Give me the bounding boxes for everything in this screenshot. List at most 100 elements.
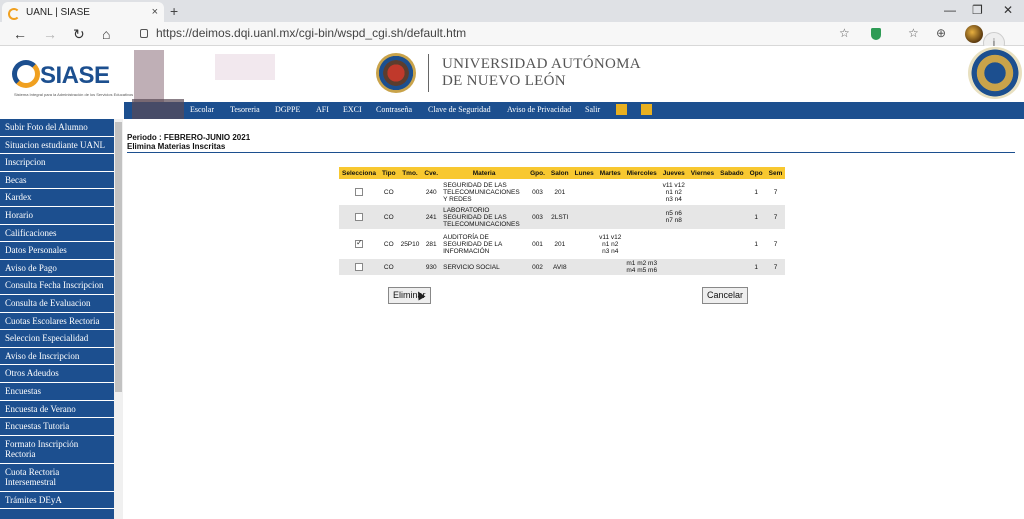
col-jueves: Jueves — [659, 167, 688, 179]
sidebar-item-cuota-intersemestral[interactable]: Cuota Rectoria Intersemestral — [0, 464, 114, 492]
scrollbar-thumb[interactable] — [115, 122, 122, 392]
col-sabado: Sabado — [717, 167, 747, 179]
sidebar-item-otros-adeudos[interactable]: Otros Adeudos — [0, 365, 114, 383]
sidebar-item-subir-foto[interactable]: Subir Foto del Alumno — [0, 119, 114, 137]
sidebar-item-situacion[interactable]: Situacion estudiante UANL — [0, 137, 114, 155]
nav-afi[interactable]: AFI — [316, 105, 329, 114]
favorite-star-icon[interactable]: ☆ — [839, 26, 850, 40]
header-divider — [428, 54, 429, 92]
tab-close-icon[interactable]: × — [152, 6, 158, 18]
cell-martes — [596, 179, 624, 205]
cancelar-button[interactable]: Cancelar — [702, 287, 749, 304]
sidebar-item-encuestas-tutoria[interactable]: Encuestas Tutoria — [0, 418, 114, 436]
tab-title: UANL | SIASE — [26, 6, 90, 18]
col-martes: Martes — [596, 167, 624, 179]
cell-jueves — [659, 259, 688, 275]
cell-lunes — [571, 205, 597, 229]
main-content: Periodo : FEBRERO-JUNIO 2021 Elimina Mat… — [124, 119, 1024, 519]
sidebar-item-cuotas-escolares[interactable]: Cuotas Escolares Rectoria — [0, 313, 114, 331]
nav-dgppe[interactable]: DGPPE — [275, 105, 300, 114]
sidebar-item-horario[interactable]: Horario — [0, 207, 114, 225]
cell-opo: 1 — [746, 205, 766, 229]
sidebar-item-kardex[interactable]: Kardex — [0, 189, 114, 207]
refresh-icon[interactable]: ↻ — [73, 25, 85, 43]
extension-shield-icon[interactable] — [871, 28, 881, 40]
sidebar-item-datos-personales[interactable]: Datos Personales — [0, 242, 114, 260]
sidebar-item-calificaciones[interactable]: Calificaciones — [0, 225, 114, 243]
close-window-icon[interactable]: ✕ — [1003, 3, 1013, 17]
header-rule — [127, 152, 1015, 153]
cell-sabado — [717, 205, 747, 229]
collections-icon[interactable]: ⊕ — [936, 26, 946, 40]
restore-icon[interactable]: ❐ — [972, 3, 983, 17]
select-checkbox[interactable] — [354, 263, 363, 271]
nav-salir[interactable]: Salir — [585, 105, 600, 114]
nav-clave-seguridad[interactable]: Clave de Seguridad — [428, 105, 491, 114]
browser-tab[interactable]: UANL | SIASE × — [2, 2, 164, 22]
cell-tmo — [398, 259, 422, 275]
cell-viernes — [687, 259, 718, 275]
select-checkbox[interactable] — [354, 213, 363, 221]
nav-aviso-privacidad[interactable]: Aviso de Privacidad — [507, 105, 571, 114]
favorites-icon[interactable]: ☆ — [908, 26, 919, 40]
col-tipo: Tipo — [378, 167, 399, 179]
cell-lunes — [571, 259, 597, 275]
col-opo: Opo — [746, 167, 766, 179]
col-materia: Materia — [441, 167, 528, 179]
nav-escolar[interactable]: Escolar — [190, 105, 214, 114]
cell-tmo — [398, 179, 422, 205]
col-miercoles: Miercoles — [623, 167, 660, 179]
nav-contrasena[interactable]: Contraseña — [376, 105, 412, 114]
sidebar-item-encuestas[interactable]: Encuestas — [0, 383, 114, 401]
top-navigation: Escolar Tesoreria DGPPE AFI EXCI Contras… — [124, 102, 1024, 119]
cell-salon: 201 — [547, 229, 572, 259]
university-line-2: DE NUEVO LEÓN — [442, 73, 566, 89]
sidebar-item-tramites[interactable]: Trámites DEyA — [0, 492, 114, 510]
table-header-row: Selecciona Tipo Tmo. Cve. Materia Gpo. S… — [339, 167, 786, 179]
home-icon[interactable]: ⌂ — [102, 25, 110, 43]
table-row: CO 930 SERVICIO SOCIAL 002 AVI8 m1 m2 m3… — [339, 259, 786, 275]
cell-materia: AUDITORÍA DE SEGURIDAD DE LA INFORMACIÓN — [441, 229, 528, 259]
nav-exci[interactable]: EXCI — [343, 105, 362, 114]
sidebar-item-inscripcion[interactable]: Inscripcion — [0, 154, 114, 172]
cell-jueves — [659, 229, 688, 259]
table-row: CO 241 LABORATORIO SEGURIDAD DE LAS TELE… — [339, 205, 786, 229]
select-checkbox[interactable] — [354, 188, 363, 196]
cell-cve: 240 — [421, 179, 442, 205]
cell-tipo: CO — [378, 179, 399, 205]
url-field[interactable]: https://deimos.dqi.uanl.mx/cgi-bin/wspd_… — [140, 26, 466, 40]
sidebar-scrollbar[interactable] — [114, 119, 123, 519]
sidebar-item-aviso-pago[interactable]: Aviso de Pago — [0, 260, 114, 278]
siase-swoosh-icon — [12, 60, 40, 88]
siase-wordmark: SIASE — [40, 62, 110, 89]
address-bar: ← → ↻ ⌂ https://deimos.dqi.uanl.mx/cgi-b… — [0, 22, 1024, 54]
new-tab-icon[interactable]: + — [170, 2, 178, 20]
url-text: https://deimos.dqi.uanl.mx/cgi-bin/wspd_… — [156, 26, 467, 40]
col-salon: Salon — [547, 167, 572, 179]
sidebar-item-fecha-inscripcion[interactable]: Consulta Fecha Inscripcion — [0, 277, 114, 295]
twitter-icon[interactable] — [641, 104, 652, 115]
sidebar-item-especialidad[interactable]: Seleccion Especialidad — [0, 330, 114, 348]
cell-materia: SEGURIDAD DE LAS TELECOMUNICACIONES Y RE… — [441, 179, 528, 205]
forward-icon[interactable]: → — [43, 25, 57, 43]
col-lunes: Lunes — [571, 167, 597, 179]
col-gpo: Gpo. — [527, 167, 548, 179]
siase-logo[interactable]: SIASE Sistema Integral para la Administr… — [12, 58, 133, 100]
nav-tesoreria[interactable]: Tesoreria — [230, 105, 260, 114]
back-icon[interactable]: ← — [13, 25, 27, 43]
profile-avatar[interactable] — [965, 25, 983, 43]
uanl-favicon-icon — [8, 7, 20, 20]
sidebar-item-evaluacion[interactable]: Consulta de Evaluacion — [0, 295, 114, 313]
cell-jueves: v11 v12 n1 n2 n3 n4 — [659, 179, 688, 205]
redacted-name — [215, 54, 275, 80]
select-checkbox[interactable] — [354, 239, 363, 248]
sidebar-item-becas[interactable]: Becas — [0, 172, 114, 190]
sidebar-item-formato-inscripcion[interactable]: Formato Inscripción Rectoria — [0, 436, 114, 464]
minimize-icon[interactable]: — — [944, 3, 956, 17]
facebook-icon[interactable] — [616, 104, 627, 115]
sidebar-item-aviso-inscripcion[interactable]: Aviso de Inscripcion — [0, 348, 114, 366]
lock-icon — [140, 29, 148, 38]
sidebar-item-encuesta-verano[interactable]: Encuesta de Verano — [0, 401, 114, 419]
col-viernes: Viernes — [687, 167, 718, 179]
table-row: CO 25P10 281 AUDITORÍA DE SEGURIDAD DE L… — [339, 229, 786, 259]
